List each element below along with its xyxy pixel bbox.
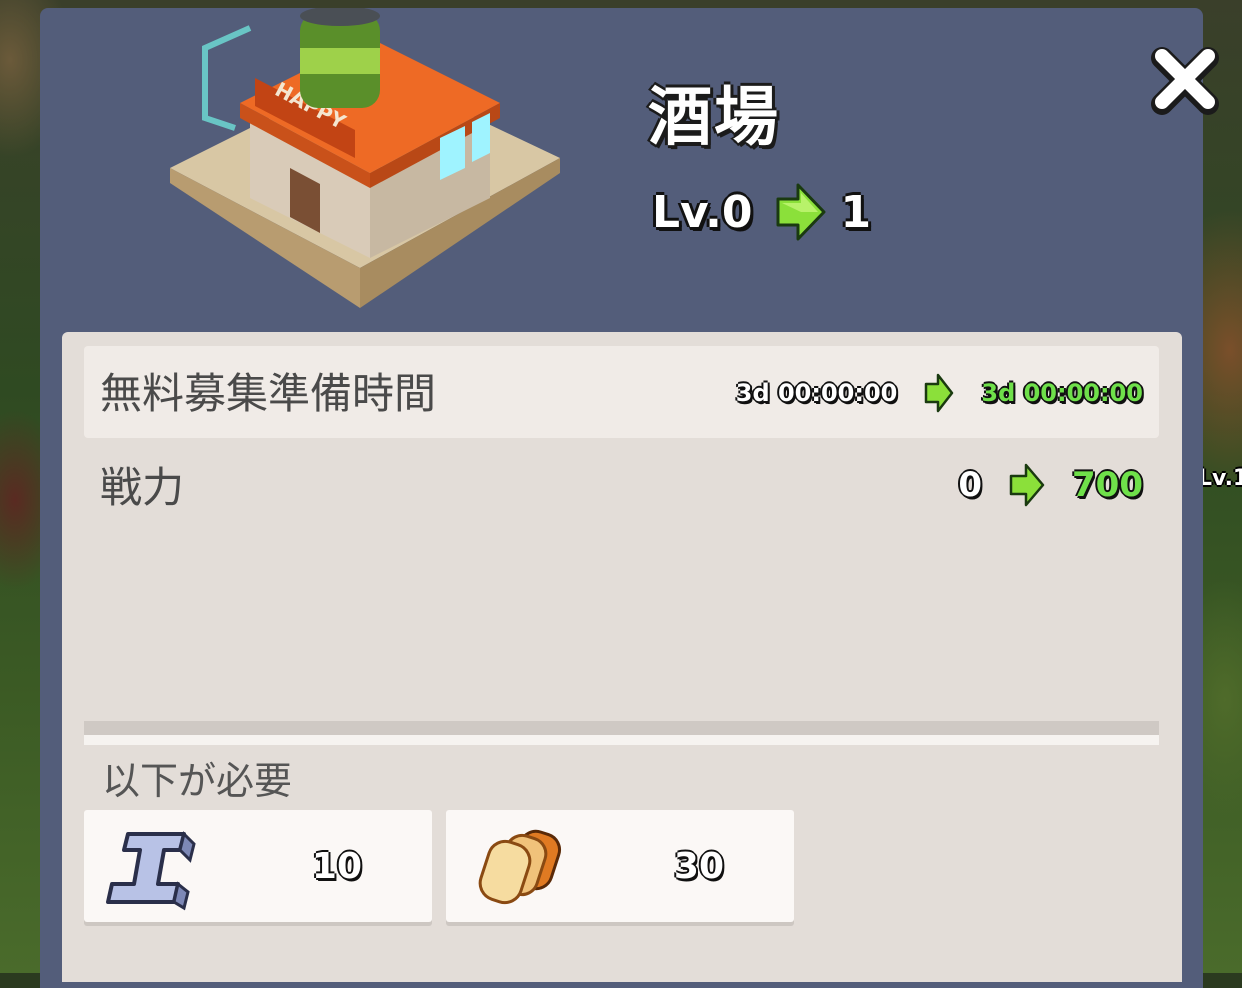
stat-values: 3d 00:00:00 3d 00:00:00: [736, 372, 1143, 414]
resource-amount: 10: [311, 846, 362, 887]
next-level: 1: [840, 186, 872, 238]
stat-current-value: 0: [958, 465, 983, 505]
bread-icon: [478, 829, 562, 905]
iron-ingot-icon: [106, 831, 196, 911]
section-divider: [84, 721, 1159, 735]
stat-next-value: 3d 00:00:00: [981, 379, 1143, 407]
upgrade-info-panel: 無料募集準備時間 3d 00:00:00 3d 00:00:00 戦力 0 70…: [62, 332, 1182, 982]
stat-row-power: 戦力 0 700: [84, 440, 1159, 532]
stat-next-value: 700: [1072, 465, 1143, 505]
close-button[interactable]: [1148, 44, 1222, 118]
stat-label: 無料募集準備時間: [100, 369, 437, 418]
tavern-building-image: HAPPY: [170, 8, 560, 308]
background-level-label: Lv.1: [1198, 466, 1242, 491]
arrow-right-icon: [925, 373, 954, 413]
stat-current-value: 3d 00:00:00: [735, 379, 898, 407]
requirements-label: 以下が必要: [102, 759, 293, 803]
level-change: Lv.0 1: [652, 180, 871, 244]
section-divider-highlight: [84, 735, 1159, 745]
resource-amount: 30: [673, 846, 724, 887]
stat-values: 0 700: [958, 462, 1143, 508]
level-up-arrow-icon: [776, 183, 826, 241]
stat-row-recruit-time: 無料募集準備時間 3d 00:00:00 3d 00:00:00: [84, 346, 1159, 438]
current-level: Lv.0: [652, 186, 753, 238]
resource-requirement-bread[interactable]: 30: [446, 810, 794, 922]
stat-label: 戦力: [100, 463, 185, 512]
building-name: 酒場: [648, 81, 780, 155]
arrow-right-icon: [1009, 463, 1045, 507]
resource-requirement-iron[interactable]: 10: [84, 810, 432, 922]
